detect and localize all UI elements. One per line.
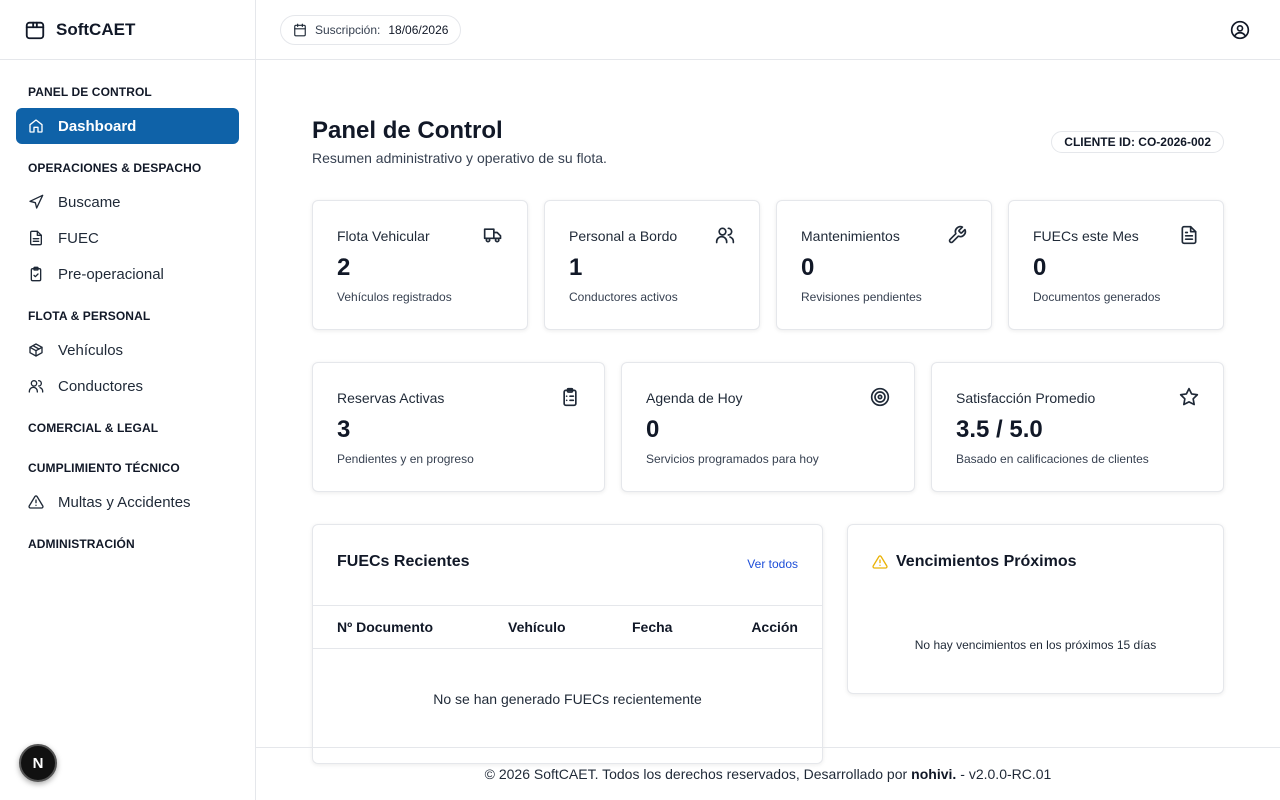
users-icon (715, 225, 735, 245)
brand[interactable]: SoftCAET (0, 0, 255, 60)
document-icon (1179, 225, 1199, 245)
stat-description: Documentos generados (1033, 290, 1161, 304)
brand-name: SoftCAET (56, 19, 136, 39)
user-circle-icon[interactable] (1230, 20, 1250, 40)
sidebar-item-label: FUEC (58, 229, 99, 247)
column-header: Nº Documento (337, 619, 434, 635)
stat-title: Reservas Activas (337, 390, 445, 406)
panel-title: Vencimientos Próximos (896, 553, 1077, 570)
sidebar-item-preoperacional[interactable]: Pre-operacional (16, 256, 239, 292)
sidebar-item-buscame[interactable]: Buscame (16, 184, 239, 220)
sidebar-item-label: Conductores (58, 377, 144, 395)
users-icon (28, 378, 44, 394)
see-all-link[interactable]: Ver todos (747, 557, 798, 571)
stat-description: Conductores activos (569, 290, 678, 304)
stat-title: Flota Vehicular (337, 228, 430, 244)
section-comercial-legal: COMERCIAL & LEGAL (28, 421, 159, 435)
table-header: Nº Documento Vehículo Fecha Acción (313, 605, 822, 649)
stat-value: 0 (646, 416, 660, 443)
file-text-icon (28, 230, 44, 246)
stat-card-flota: Flota Vehicular 2 Vehículos registrados (312, 200, 528, 330)
stat-card-agenda: Agenda de Hoy 0 Servicios programados pa… (621, 362, 915, 492)
alert-triangle-icon (28, 494, 44, 510)
section-operaciones: OPERACIONES & DESPACHO (28, 161, 202, 175)
clipboard-list-icon (560, 387, 580, 407)
subscription-pill: Suscripción: 18/06/2026 (280, 15, 462, 45)
assistant-avatar-button[interactable]: N (19, 744, 57, 782)
expirations-panel: Vencimientos Próximos No hay vencimiento… (847, 524, 1224, 694)
footer-version: - v2.0.0-RC.01 (960, 766, 1052, 782)
empty-state: No hay vencimientos en los próximos 15 d… (914, 638, 1157, 652)
subscription-date: 18/06/2026 (388, 23, 449, 37)
sidebar-item-multas[interactable]: Multas y Accidentes (16, 484, 239, 520)
section-administracion: ADMINISTRACIÓN (28, 537, 135, 551)
main-content: Panel de Control Resumen administrativo … (256, 60, 1280, 764)
sidebar-item-label: Vehículos (58, 341, 124, 359)
page-title: Panel de Control (312, 117, 503, 144)
truck-icon (483, 225, 503, 245)
sidebar-item-label: Multas y Accidentes (58, 493, 191, 511)
footer-text: © 2026 SoftCAET. Todos los derechos rese… (484, 766, 908, 782)
stat-title: Satisfacción Promedio (956, 390, 1096, 406)
box-icon (28, 342, 44, 358)
wrench-icon (947, 225, 967, 245)
stat-card-satisfaccion: Satisfacción Promedio 3.5 / 5.0 Basado e… (931, 362, 1224, 492)
stat-card-personal: Personal a Bordo 1 Conductores activos (544, 200, 760, 330)
stat-value: 0 (801, 254, 815, 281)
column-header: Vehículo (508, 619, 566, 635)
footer-author: nohivi. (911, 766, 957, 782)
stat-description: Servicios programados para hoy (646, 452, 819, 466)
column-header: Fecha (632, 619, 673, 635)
client-id-badge: CLIENTE ID: CO-2026-002 (1051, 131, 1224, 153)
subscription-label: Suscripción: (315, 23, 381, 37)
stat-title: Personal a Bordo (569, 228, 678, 244)
stat-description: Vehículos registrados (337, 290, 452, 304)
topbar: Suscripción: 18/06/2026 (256, 0, 1280, 60)
stat-card-fuecs-mes: FUECs este Mes 0 Documentos generados (1008, 200, 1224, 330)
sidebar-item-label: Pre-operacional (58, 265, 164, 283)
sidebar-item-label: Buscame (58, 193, 121, 211)
stat-value: 3 (337, 416, 351, 443)
section-cumplimiento: CUMPLIMIENTO TÉCNICO (28, 461, 180, 475)
stat-card-mantenimientos: Mantenimientos 0 Revisiones pendientes (776, 200, 992, 330)
calendar-icon (293, 23, 307, 37)
stat-card-reservas: Reservas Activas 3 Pendientes y en progr… (312, 362, 605, 492)
stat-title: Agenda de Hoy (646, 390, 743, 406)
sidebar-item-conductores[interactable]: Conductores (16, 368, 239, 404)
sidebar-item-fuec[interactable]: FUEC (16, 220, 239, 256)
section-panel-de-control: PANEL DE CONTROL (28, 85, 152, 99)
section-flota-personal: FLOTA & PERSONAL (28, 309, 151, 323)
empty-state: No se han generado FUECs recientemente (433, 691, 702, 707)
stat-value: 0 (1033, 254, 1047, 281)
stat-value: 3.5 / 5.0 (956, 416, 1043, 443)
navigation-icon (28, 194, 44, 210)
stat-description: Pendientes y en progreso (337, 452, 474, 466)
home-icon (28, 118, 44, 134)
stat-title: Mantenimientos (801, 228, 900, 244)
sidebar: SoftCAET PANEL DE CONTROL Dashboard OPER… (0, 0, 256, 800)
page-subtitle: Resumen administrativo y operativo de su… (312, 150, 607, 166)
warning-icon (872, 554, 888, 570)
stat-title: FUECs este Mes (1033, 228, 1139, 244)
stat-description: Revisiones pendientes (801, 290, 922, 304)
panel-title: FUECs Recientes (337, 553, 470, 570)
sidebar-item-vehiculos[interactable]: Vehículos (16, 332, 239, 368)
target-icon (870, 387, 890, 407)
clipboard-check-icon (28, 266, 44, 282)
column-header: Acción (751, 619, 798, 635)
recent-fuecs-panel: FUECs Recientes Ver todos Nº Documento V… (312, 524, 823, 764)
sidebar-nav: PANEL DE CONTROL Dashboard OPERACIONES &… (0, 60, 255, 552)
package-logo-icon (24, 19, 46, 41)
sidebar-item-label: Dashboard (58, 117, 137, 135)
sidebar-item-dashboard[interactable]: Dashboard (16, 108, 239, 144)
star-icon (1179, 387, 1199, 407)
stat-value: 2 (337, 254, 351, 281)
stat-description: Basado en calificaciones de clientes (956, 452, 1149, 466)
stat-value: 1 (569, 254, 583, 281)
footer: © 2026 SoftCAET. Todos los derechos rese… (256, 747, 1280, 800)
